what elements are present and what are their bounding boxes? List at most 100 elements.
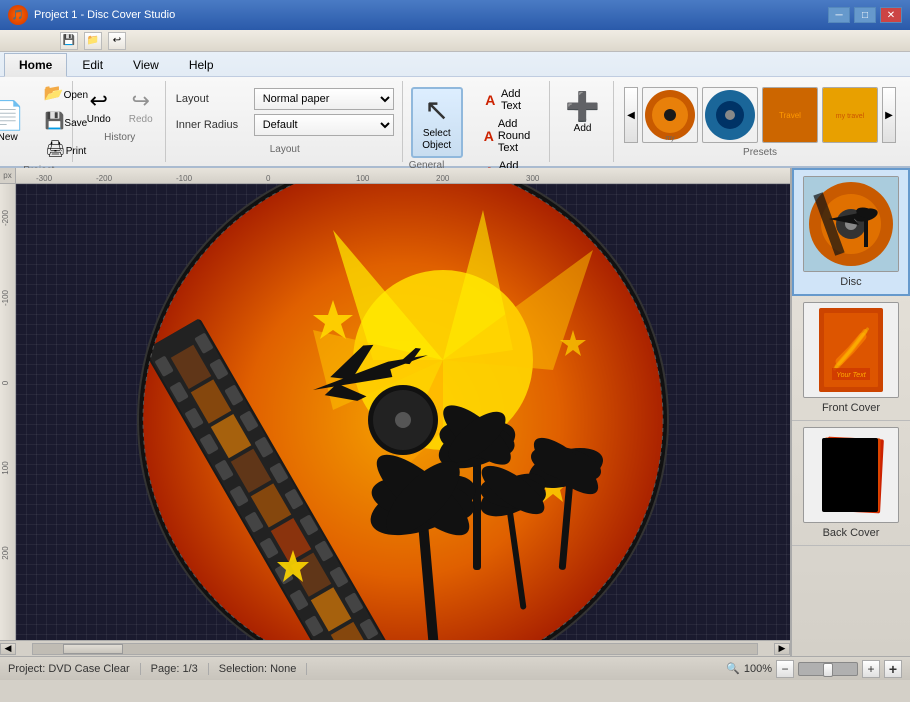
- new-icon: 📄: [0, 102, 25, 130]
- svg-text:-200: -200: [1, 209, 10, 226]
- add-label: Add: [574, 123, 592, 134]
- ruler-mark-300: 300: [526, 174, 539, 183]
- layout-label: Layout: [176, 93, 248, 105]
- ribbon-group-project: 📄 New 📂 Open 💾 Save 🖨 Print: [6, 81, 73, 162]
- title-bar-controls: ─ □ ✕: [828, 7, 902, 23]
- inner-radius-label: Inner Radius: [176, 119, 248, 131]
- ruler-mark-0: 0: [266, 174, 270, 183]
- ruler-vertical: -200 -100 0 100 200: [0, 168, 16, 656]
- redo-button[interactable]: ↪ Redo: [121, 85, 161, 128]
- quick-undo-button[interactable]: ↩: [108, 32, 126, 50]
- panel-item-disc[interactable]: Disc: [792, 168, 910, 296]
- presets-label: Presets: [624, 147, 896, 158]
- zoom-level: 100%: [744, 663, 772, 675]
- select-object-icon: ↖: [424, 93, 449, 128]
- add-text-label: Add Text: [501, 88, 536, 112]
- new-label: New: [0, 132, 18, 143]
- presets-content: ◀ my: [624, 85, 896, 145]
- panel-item-front-cover[interactable]: Your Text Front Cover: [792, 296, 910, 421]
- add-button[interactable]: ➕ Add: [556, 85, 609, 139]
- ruler-corner-unit: px: [0, 168, 15, 183]
- select-object-label: SelectObject: [422, 128, 451, 152]
- svg-text:100: 100: [1, 461, 10, 475]
- preset-thumb-1[interactable]: my: [642, 87, 698, 143]
- new-button[interactable]: 📄 New: [0, 97, 33, 148]
- presets-scroll-right[interactable]: ▶: [882, 87, 896, 143]
- svg-text:my: my: [665, 135, 675, 142]
- select-object-container: ↖ SelectObject General Tools: [405, 81, 469, 162]
- canvas-content: [16, 184, 790, 656]
- presets-scroll-left[interactable]: ◀: [624, 87, 638, 143]
- scroll-left-button[interactable]: ◀: [0, 643, 16, 655]
- ruler-mark-100: 100: [356, 174, 369, 183]
- ruler-mark-n300: -300: [36, 174, 52, 183]
- scroll-track[interactable]: [32, 643, 758, 655]
- zoom-out-button[interactable]: −: [776, 660, 794, 678]
- redo-label: Redo: [129, 114, 153, 125]
- add-button-container: ➕ Add: [552, 81, 614, 162]
- quick-open-button[interactable]: 📁: [84, 32, 102, 50]
- quick-access-bar: 💾 📁 ↩: [0, 30, 910, 52]
- status-page: Page: 1/3: [141, 663, 209, 675]
- undo-icon: ↩: [90, 88, 108, 114]
- layout-select[interactable]: Normal paper: [254, 88, 394, 110]
- undo-button[interactable]: ↩ Undo: [79, 85, 119, 128]
- scroll-thumb[interactable]: [63, 644, 123, 654]
- ruler-h-marks: -300 -200 -100 0 100 200 300: [16, 168, 18, 183]
- tab-help[interactable]: Help: [174, 53, 229, 77]
- canvas-area[interactable]: px -300 -200 -100 0 100 200 300 -200 -10…: [0, 168, 790, 656]
- inner-radius-select[interactable]: Default: [254, 114, 394, 136]
- add-text-button[interactable]: A Add Text: [479, 85, 541, 115]
- add-page-button[interactable]: +: [884, 660, 902, 678]
- title-bar-left: 🎵 Project 1 - Disc Cover Studio: [8, 5, 175, 25]
- svg-text:0: 0: [1, 380, 10, 385]
- preset-thumb-2[interactable]: [702, 87, 758, 143]
- preset-thumb-3[interactable]: Travel: [762, 87, 818, 143]
- zoom-slider-thumb: [823, 663, 833, 677]
- scroll-right-button[interactable]: ▶: [774, 643, 790, 655]
- add-round-text-button[interactable]: A Add Round Text: [479, 115, 541, 157]
- ribbon-group-history: ↩ Undo ↪ Redo History: [75, 81, 166, 162]
- zoom-in-button[interactable]: +: [862, 660, 880, 678]
- front-cover-label: Front Cover: [822, 402, 880, 414]
- ribbon-group-layout: Layout Normal paper Inner Radius Default…: [168, 81, 403, 162]
- svg-text:Travel: Travel: [779, 111, 801, 120]
- back-cover-label: Back Cover: [823, 527, 880, 539]
- add-icon: ➕: [565, 90, 600, 123]
- close-button[interactable]: ✕: [880, 7, 902, 23]
- ruler-corner: px: [0, 168, 16, 184]
- preset-thumb-4[interactable]: my travel: [822, 87, 878, 143]
- front-cover-thumbnail: Your Text: [803, 302, 899, 398]
- quick-save-button[interactable]: 💾: [60, 32, 78, 50]
- status-selection: Selection: None: [209, 663, 308, 675]
- add-text-icon: A: [484, 92, 497, 108]
- ruler-mark-n200: -200: [96, 174, 112, 183]
- open-icon: 📂: [44, 86, 64, 102]
- add-round-text-icon: A: [484, 128, 494, 144]
- print-icon: 🖨: [45, 142, 65, 158]
- layout-group-label: Layout: [176, 144, 394, 155]
- horizontal-scrollbar[interactable]: ◀ ▶: [0, 640, 790, 656]
- app-icon: 🎵: [8, 5, 28, 25]
- back-cover-thumbnail: [803, 427, 899, 523]
- minimize-button[interactable]: ─: [828, 7, 850, 23]
- title-bar-title: Project 1 - Disc Cover Studio: [34, 9, 175, 21]
- maximize-button[interactable]: □: [854, 7, 876, 23]
- ruler-v-svg: -200 -100 0 100 200: [0, 168, 16, 640]
- ribbon-tabs: Home Edit View Help: [0, 52, 910, 76]
- panel-item-back-cover[interactable]: Back Cover: [792, 421, 910, 546]
- svg-text:Your Text: Your Text: [836, 372, 866, 379]
- svg-text:-100: -100: [1, 289, 10, 306]
- ribbon-group-presets: ◀ my: [616, 81, 904, 162]
- select-object-button[interactable]: ↖ SelectObject: [411, 87, 463, 158]
- ruler-horizontal: -300 -200 -100 0 100 200 300: [16, 168, 790, 184]
- main-area: px -300 -200 -100 0 100 200 300 -200 -10…: [0, 168, 910, 656]
- back-cover-thumb-svg: [804, 428, 898, 522]
- tab-edit[interactable]: Edit: [67, 53, 118, 77]
- svg-text:my travel: my travel: [836, 113, 865, 120]
- redo-icon: ↪: [132, 88, 150, 114]
- zoom-slider[interactable]: [798, 662, 858, 676]
- tab-view[interactable]: View: [118, 53, 174, 77]
- status-project: Project: DVD Case Clear: [8, 663, 141, 675]
- tab-home[interactable]: Home: [4, 53, 67, 77]
